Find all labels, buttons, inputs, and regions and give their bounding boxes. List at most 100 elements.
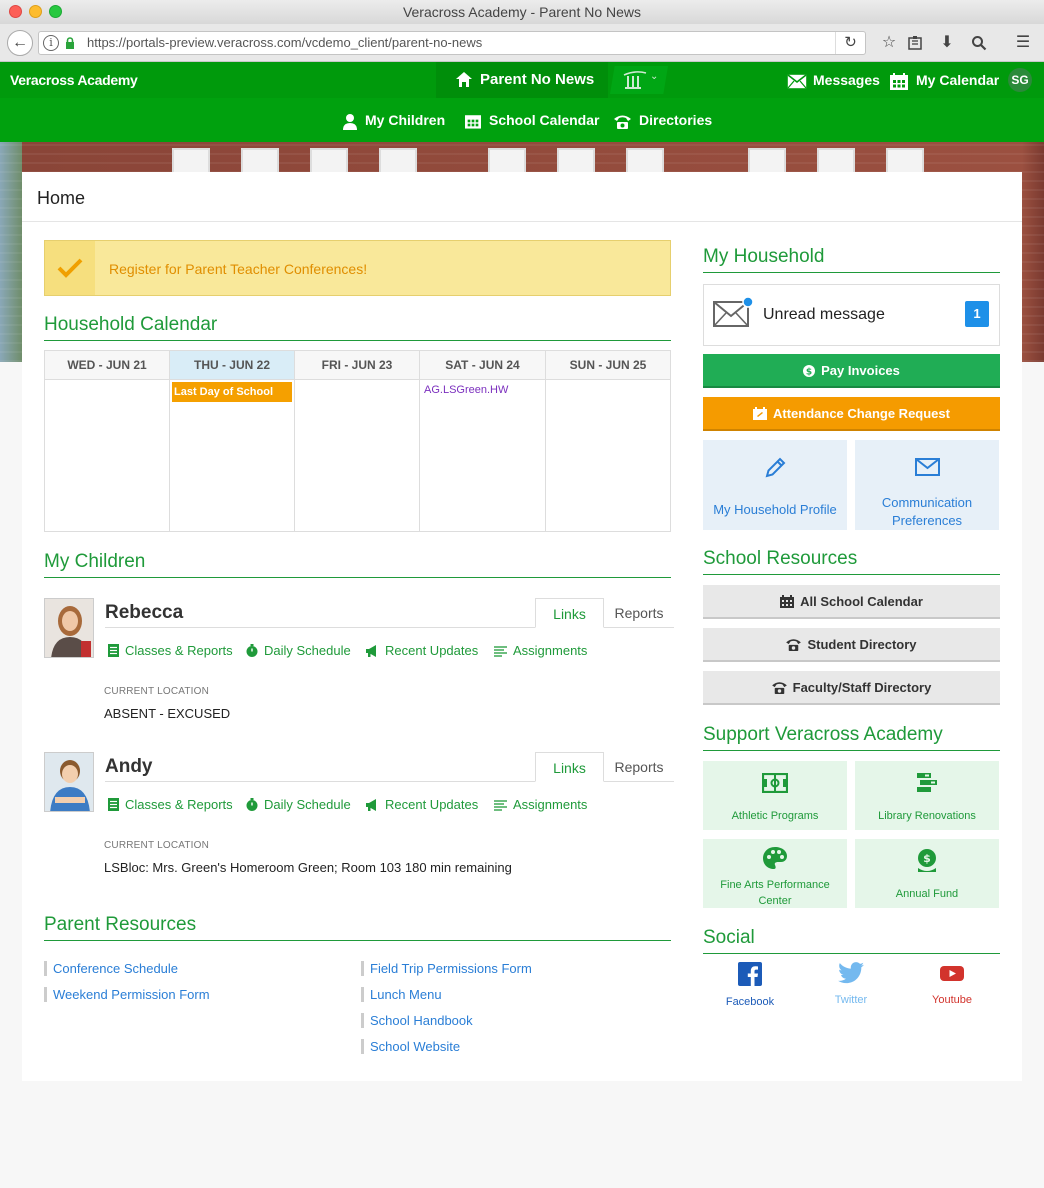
daily-schedule-link[interactable]: Daily Schedule	[246, 643, 351, 659]
field-trip-permissions-link[interactable]: Field Trip Permissions Form	[361, 961, 532, 976]
tab-reports-rebecca[interactable]: Reports	[604, 598, 674, 628]
avatar[interactable]: SG	[1008, 68, 1032, 92]
classes-reports-link[interactable]: Classes & Reports	[108, 643, 233, 659]
child-photo-rebecca[interactable]	[44, 598, 94, 658]
communication-preferences-tile[interactable]: Communication Preferences	[855, 440, 999, 530]
tab-reports-andy[interactable]: Reports	[604, 752, 674, 782]
weekend-permission-link[interactable]: Weekend Permission Form	[44, 987, 210, 1002]
calendar-icon	[890, 72, 908, 90]
cal-day-header: SAT - JUN 24	[420, 351, 546, 380]
checkmark-icon	[57, 258, 83, 278]
household-calendar-title: Household Calendar	[44, 314, 671, 341]
classes-reports-link[interactable]: Classes & Reports	[108, 797, 233, 813]
child-photo-andy[interactable]	[44, 752, 94, 812]
school-handbook-link[interactable]: School Handbook	[361, 1013, 473, 1028]
nav-portal-active[interactable]: Parent No News	[436, 62, 608, 98]
student-directory-button[interactable]: Student Directory	[703, 628, 1000, 662]
list-icon	[494, 800, 507, 811]
unread-count-badge: 1	[965, 301, 989, 327]
attendance-change-button[interactable]: Attendance Change Request	[703, 397, 1000, 431]
nav-my-children-label: My Children	[365, 112, 446, 128]
child-name-rebecca[interactable]: Rebecca	[105, 602, 183, 624]
support-title: Support Veracross Academy	[703, 724, 1000, 751]
twitter-icon	[838, 962, 864, 984]
tab-links-andy[interactable]: Links	[535, 752, 604, 782]
person-icon	[343, 113, 357, 130]
library-renovations-tile[interactable]: Library Renovations	[855, 761, 999, 830]
nav-school-calendar-label: School Calendar	[489, 112, 600, 128]
cal-day-cell[interactable]: AG.LSGreen.HW	[420, 380, 546, 531]
download-icon[interactable]: ⬇	[936, 32, 958, 54]
reading-list-icon[interactable]	[904, 32, 926, 54]
fine-arts-tile[interactable]: Fine Arts Performance Center	[703, 839, 847, 908]
recent-updates-link[interactable]: Recent Updates	[366, 643, 478, 659]
assignments-link[interactable]: Assignments	[494, 643, 587, 659]
youtube-icon	[940, 966, 964, 981]
nav-my-children[interactable]: My Children	[343, 98, 445, 142]
all-school-calendar-button[interactable]: All School Calendar	[703, 585, 1000, 619]
zoom-window-button[interactable]	[49, 5, 62, 18]
close-window-button[interactable]	[9, 5, 22, 18]
faculty-staff-directory-button[interactable]: Faculty/Staff Directory	[703, 671, 1000, 705]
cal-event-homework[interactable]: AG.LSGreen.HW	[424, 384, 508, 396]
stopwatch-icon	[246, 798, 258, 811]
info-icon[interactable]: i	[43, 35, 59, 51]
cal-day-header: WED - JUN 21	[45, 351, 170, 380]
assignments-link[interactable]: Assignments	[494, 797, 587, 813]
cal-day-cell[interactable]	[45, 380, 170, 531]
minimize-window-button[interactable]	[29, 5, 42, 18]
cal-day-cell[interactable]: Last Day of School	[170, 380, 295, 531]
tab-links-rebecca[interactable]: Links	[535, 598, 604, 628]
athletic-programs-tile[interactable]: Athletic Programs	[703, 761, 847, 830]
facebook-link[interactable]: Facebook	[700, 962, 800, 1008]
facebook-icon	[738, 962, 762, 986]
twitter-link[interactable]: Twitter	[801, 962, 901, 1006]
recent-updates-link[interactable]: Recent Updates	[366, 797, 478, 813]
document-icon	[108, 798, 119, 811]
pay-invoices-button[interactable]: $ Pay Invoices	[703, 354, 1000, 388]
conference-schedule-link[interactable]: Conference Schedule	[44, 961, 178, 976]
reload-icon[interactable]: ↻	[835, 32, 865, 54]
annual-fund-tile[interactable]: $ Annual Fund	[855, 839, 999, 908]
location-value-andy: LSBloc: Mrs. Green's Homeroom Green; Roo…	[104, 860, 512, 875]
nav-directories[interactable]: Directories	[614, 98, 712, 142]
household-profile-tile[interactable]: My Household Profile	[703, 440, 847, 530]
conference-alert[interactable]: Register for Parent Teacher Conferences!	[44, 240, 671, 296]
envelope-icon	[915, 458, 940, 476]
lunch-menu-link[interactable]: Lunch Menu	[361, 987, 442, 1002]
household-calendar: WED - JUN 21 THU - JUN 22 FRI - JUN 23 S…	[44, 350, 671, 532]
cal-day-cell[interactable]	[295, 380, 420, 531]
alert-text[interactable]: Register for Parent Teacher Conferences!	[109, 241, 367, 297]
child-name-andy[interactable]: Andy	[105, 756, 153, 778]
youtube-link[interactable]: Youtube	[902, 962, 1002, 1006]
nav-school-calendar[interactable]: School Calendar	[465, 98, 599, 142]
my-children-title: My Children	[44, 551, 671, 578]
cal-day-header-today: THU - JUN 22	[170, 351, 295, 380]
cal-day-header: SUN - JUN 25	[546, 351, 670, 380]
unread-message-panel[interactable]: Unread message 1	[703, 284, 1000, 346]
my-calendar-link[interactable]: My Calendar	[890, 62, 999, 98]
location-value-rebecca: ABSENT - EXCUSED	[104, 706, 231, 721]
brand-link[interactable]: Veracross Academy	[10, 62, 138, 98]
url-text[interactable]: https://portals-preview.veracross.com/vc…	[87, 32, 482, 54]
my-calendar-label: My Calendar	[916, 72, 1000, 88]
bookmark-star-icon[interactable]: ☆	[878, 32, 900, 54]
school-website-link[interactable]: School Website	[361, 1039, 460, 1054]
portal-switcher[interactable]: ⌄	[610, 66, 668, 94]
cal-day-header: FRI - JUN 23	[295, 351, 420, 380]
phone-icon	[771, 682, 787, 694]
cal-day-cell[interactable]	[546, 380, 670, 531]
social-title: Social	[703, 927, 1000, 954]
search-icon[interactable]	[968, 32, 990, 54]
url-bar[interactable]: i https://portals-preview.veracross.com/…	[38, 31, 866, 55]
stopwatch-icon	[246, 644, 258, 657]
back-button[interactable]: ←	[7, 30, 33, 56]
messages-link[interactable]: Messages	[787, 62, 880, 98]
main-card: Home Register for Parent Teacher Confere…	[22, 172, 1022, 1081]
menu-icon[interactable]: ☰	[1012, 32, 1034, 54]
cal-event-last-day[interactable]: Last Day of School	[172, 382, 292, 402]
chevron-down-icon: ⌄	[650, 71, 659, 82]
location-label: CURRENT LOCATION	[104, 840, 210, 851]
daily-schedule-link[interactable]: Daily Schedule	[246, 797, 351, 813]
svg-text:$: $	[806, 368, 812, 378]
